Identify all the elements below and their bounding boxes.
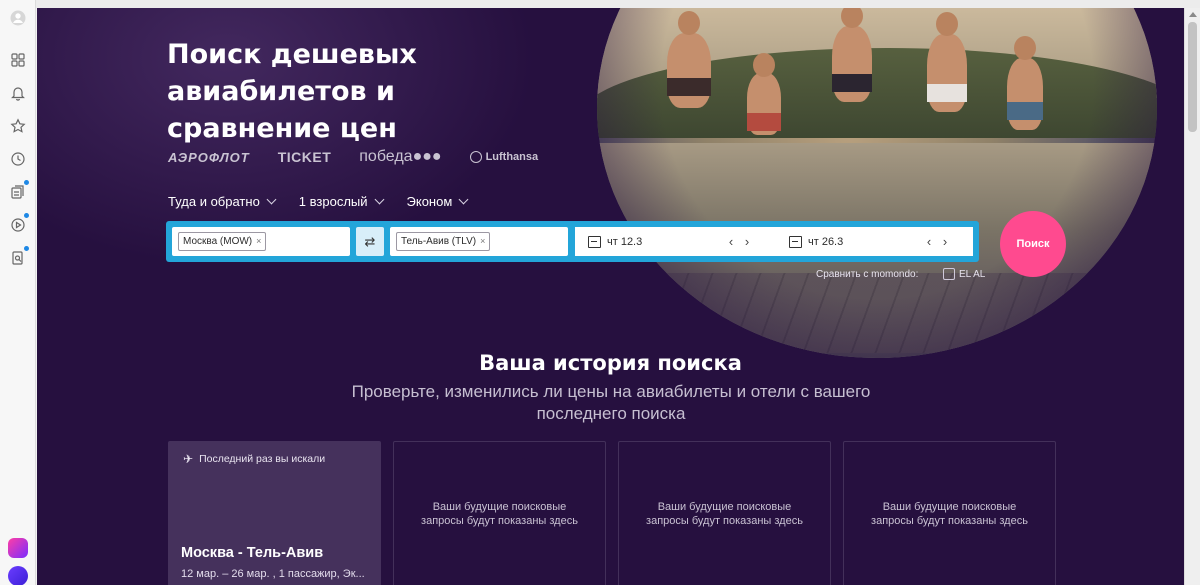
cabin-dropdown[interactable]: Эконом (406, 194, 469, 209)
future-search-placeholder: Ваши будущие поисковые запросы будут пок… (646, 501, 803, 527)
notification-dot (24, 180, 29, 185)
destination-field[interactable]: Тель-Авив (TLV) × (390, 227, 568, 256)
logo-pobeda: победа●●● (359, 148, 442, 165)
depart-prev-arrow[interactable]: ‹ (723, 234, 739, 249)
alice-app-icon[interactable] (8, 538, 28, 558)
passengers-label: 1 взрослый (298, 194, 368, 209)
plane-icon: ✈ (183, 452, 194, 466)
history-subtitle: Проверьте, изменились ли цены на авиабил… (351, 382, 871, 423)
depart-date-field[interactable]: чт 12.3 ‹ › (575, 227, 775, 256)
destination-chip[interactable]: Тель-Авив (TLV) × (396, 232, 491, 251)
star-icon[interactable] (6, 114, 30, 138)
chevron-down-icon (374, 194, 384, 205)
page: Поиск дешевых авиабилетов и сравнение це… (37, 8, 1184, 585)
recent-search-card[interactable]: ✈ Последний раз вы искали Москва - Тель-… (168, 441, 381, 585)
search-button[interactable]: Поиск (1000, 211, 1066, 277)
return-next-arrow[interactable]: › (937, 234, 953, 249)
origin-chip[interactable]: Москва (MOW) × (178, 232, 267, 251)
bell-icon[interactable] (6, 81, 30, 105)
search-bar: Москва (MOW) × ⇄ Тель-Авив (TLV) × чт 12.3… (166, 221, 979, 262)
future-search-card: Ваши будущие поисковые запросы будут пок… (618, 441, 831, 585)
browser-sidebar (0, 0, 36, 585)
search-options: Туда и обратно 1 взрослый Эконом (168, 194, 491, 209)
calendar-icon (588, 235, 601, 248)
notification-dot (24, 213, 29, 218)
origin-chip-label: Москва (MOW) (183, 236, 253, 247)
apps-grid-icon[interactable] (6, 48, 30, 72)
video-icon[interactable] (6, 213, 30, 237)
chevron-down-icon (458, 194, 469, 205)
swap-button[interactable]: ⇄ (356, 227, 384, 256)
swap-icon: ⇄ (364, 233, 376, 249)
airline-logos: АЭРОФЛОТ TICKET победа●●● Lufthansa (168, 148, 566, 166)
return-date-field[interactable]: чт 26.3 ‹ › (775, 227, 973, 256)
calendar-icon (789, 235, 802, 248)
trip-type-dropdown[interactable]: Туда и обратно (168, 194, 277, 209)
origin-field[interactable]: Москва (MOW) × (172, 227, 350, 256)
history-icon[interactable] (6, 147, 30, 171)
logo-aeroflot: АЭРОФЛОТ (168, 149, 250, 165)
logo-lufthansa: Lufthansa (469, 151, 539, 163)
notification-dot (24, 246, 29, 251)
lufthansa-crane-icon (469, 151, 482, 163)
remove-destination-icon[interactable]: × (480, 236, 485, 246)
return-date-value: чт 26.3 (808, 235, 844, 248)
future-search-placeholder: Ваши будущие поисковые запросы будут пок… (871, 501, 1028, 527)
future-search-card: Ваши будущие поисковые запросы будут пок… (843, 441, 1056, 585)
chevron-down-icon (266, 194, 277, 205)
future-search-placeholder: Ваши будущие поисковые запросы будут пок… (421, 501, 578, 527)
remove-origin-icon[interactable]: × (256, 236, 261, 246)
destination-chip-label: Тель-Авив (TLV) (401, 236, 477, 247)
passengers-dropdown[interactable]: 1 взрослый (298, 194, 384, 209)
return-prev-arrow[interactable]: ‹ (921, 234, 937, 249)
cabin-label: Эконом (406, 194, 453, 209)
depart-date-value: чт 12.3 (607, 235, 643, 248)
hero-title: Поиск дешевых авиабилетов и сравнение це… (167, 39, 417, 144)
scrollbar[interactable] (1184, 8, 1200, 585)
scroll-up-arrow-icon[interactable] (1189, 12, 1197, 17)
trip-type-label: Туда и обратно (168, 194, 260, 209)
search-page-icon[interactable] (6, 246, 30, 270)
depart-next-arrow[interactable]: › (739, 234, 755, 249)
scrollbar-thumb[interactable] (1188, 22, 1197, 132)
last-search-label-text: Последний раз вы искали (199, 453, 326, 465)
last-search-route: Москва - Тель-Авив (181, 545, 324, 561)
collections-icon[interactable] (6, 180, 30, 204)
history-title: Ваша история поиска (479, 351, 742, 375)
logo-ticket: TICKET (277, 149, 332, 165)
logo-lufthansa-text: Lufthansa (485, 151, 539, 163)
compare-label: Сравнить с momondo: (816, 269, 919, 280)
assistant-icon[interactable] (8, 566, 28, 585)
last-search-details: 12 мар. – 26 мар. , 1 пассажир, Эк... (181, 568, 365, 580)
browser-top-strip (36, 0, 1200, 8)
compare-elal-checkbox[interactable] (943, 268, 955, 280)
compare-elal-label[interactable]: EL AL (959, 269, 985, 280)
future-search-card: Ваши будущие поисковые запросы будут пок… (393, 441, 606, 585)
avatar-icon[interactable] (6, 6, 30, 30)
last-search-label: ✈ Последний раз вы искали (183, 452, 325, 466)
